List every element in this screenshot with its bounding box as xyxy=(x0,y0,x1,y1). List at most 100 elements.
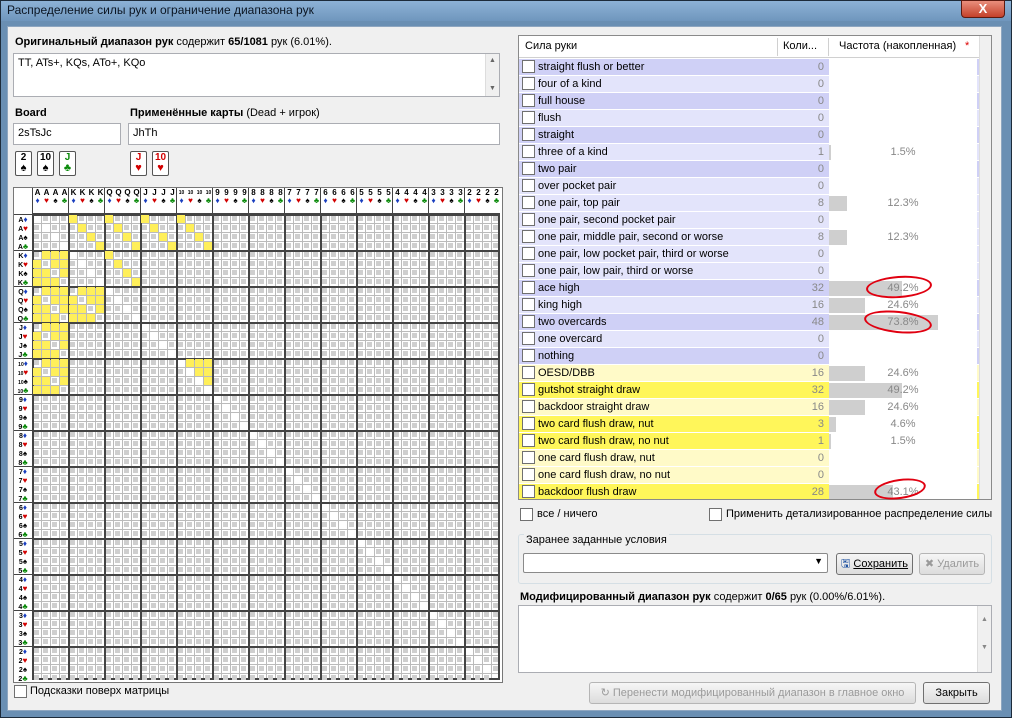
matrix-selected-combo[interactable] xyxy=(51,314,59,322)
matrix-selected-combo[interactable] xyxy=(195,359,203,367)
row-checkbox[interactable] xyxy=(522,400,535,413)
dead-cards-input[interactable]: JhTh xyxy=(128,123,500,145)
table-row[interactable]: one pair, middle pair, second or worse 8 1… xyxy=(519,229,979,246)
matrix-selected-combo[interactable] xyxy=(69,215,77,223)
matrix-selected-combo[interactable] xyxy=(51,368,59,376)
matrix-selected-combo[interactable] xyxy=(42,350,50,358)
row-checkbox[interactable] xyxy=(522,179,535,192)
matrix-selected-combo[interactable] xyxy=(51,332,59,340)
matrix-selected-combo[interactable] xyxy=(60,287,68,295)
matrix-selected-combo[interactable] xyxy=(78,287,86,295)
matrix-column-header[interactable]: 7 ♦ 7 ♥ 7 ♠ 7 ♣ xyxy=(284,188,320,214)
matrix-selected-combo[interactable] xyxy=(132,242,140,250)
hand-matrix[interactable]: A ♦ A ♥ A ♠ A ♣ K ♦ K ♥ K ♠ K ♣ Q ♦ Q ♥ Q ♠ Q ♣ J ♦ J ♥ J ♠ J ♣ 10 ♦ 10 ♥ 10… xyxy=(13,187,503,683)
matrix-selected-combo[interactable] xyxy=(96,242,104,250)
matrix-selected-combo[interactable] xyxy=(42,278,50,286)
delete-preset-button[interactable]: ✖ Удалить xyxy=(919,553,985,575)
matrix-selected-combo[interactable] xyxy=(33,278,41,286)
matrix-selected-combo[interactable] xyxy=(60,332,68,340)
matrix-row-header[interactable]: Q♦ Q♥ Q♠ Q♣ xyxy=(14,286,32,322)
matrix-selected-combo[interactable] xyxy=(42,323,50,331)
matrix-selected-combo[interactable] xyxy=(123,233,131,241)
matrix-row-header[interactable]: 8♦ 8♥ 8♠ 8♣ xyxy=(14,430,32,466)
matrix-selected-combo[interactable] xyxy=(78,224,86,232)
table-row[interactable]: king high 16 24.6% xyxy=(519,297,979,314)
row-checkbox[interactable] xyxy=(522,417,535,430)
col-frequency-header[interactable]: Частота (накопленная) xyxy=(839,40,956,52)
matrix-selected-combo[interactable] xyxy=(141,215,149,223)
matrix-selected-combo[interactable] xyxy=(42,377,50,385)
table-row[interactable]: nothing 0 xyxy=(519,348,979,365)
all-none-checkbox[interactable] xyxy=(520,508,533,521)
matrix-selected-combo[interactable] xyxy=(42,251,50,259)
close-window-button[interactable]: X xyxy=(961,0,1005,18)
matrix-selected-combo[interactable] xyxy=(42,314,50,322)
matrix-column-header[interactable]: 4 ♦ 4 ♥ 4 ♠ 4 ♣ xyxy=(392,188,428,214)
matrix-selected-combo[interactable] xyxy=(33,296,41,304)
table-row[interactable]: four of a kind 0 xyxy=(519,76,979,93)
matrix-selected-combo[interactable] xyxy=(96,305,104,313)
matrix-selected-combo[interactable] xyxy=(51,287,59,295)
row-checkbox[interactable] xyxy=(522,485,535,498)
row-checkbox[interactable] xyxy=(522,247,535,260)
matrix-selected-combo[interactable] xyxy=(60,377,68,385)
row-checkbox[interactable] xyxy=(522,468,535,481)
matrix-selected-combo[interactable] xyxy=(33,260,41,268)
table-row[interactable]: two pair 0 xyxy=(519,161,979,178)
row-checkbox[interactable] xyxy=(522,349,535,362)
matrix-row-header[interactable]: 9♦ 9♥ 9♠ 9♣ xyxy=(14,394,32,430)
matrix-selected-combo[interactable] xyxy=(33,386,41,394)
presets-dropdown[interactable]: ▼ xyxy=(523,553,828,573)
table-row[interactable]: straight flush or better 0 xyxy=(519,59,979,76)
matrix-selected-combo[interactable] xyxy=(195,368,203,376)
modified-range-textarea[interactable]: ▲ ▼ xyxy=(518,605,992,673)
table-row[interactable]: one card flush draw, nut 0 xyxy=(519,450,979,467)
matrix-column-header[interactable]: 9 ♦ 9 ♥ 9 ♠ 9 ♣ xyxy=(212,188,248,214)
matrix-row-header[interactable]: 7♦ 7♥ 7♠ 7♣ xyxy=(14,466,32,502)
row-checkbox[interactable] xyxy=(522,94,535,107)
row-checkbox[interactable] xyxy=(522,264,535,277)
save-preset-button[interactable]: 🖫 Сохранить xyxy=(836,553,913,575)
matrix-selected-combo[interactable] xyxy=(69,305,77,313)
matrix-selected-combo[interactable] xyxy=(42,359,50,367)
matrix-selected-combo[interactable] xyxy=(60,251,68,259)
close-button[interactable]: Закрыть xyxy=(923,682,990,704)
matrix-column-header[interactable]: 6 ♦ 6 ♥ 6 ♠ 6 ♣ xyxy=(320,188,356,214)
matrix-column-header[interactable]: 8 ♦ 8 ♥ 8 ♠ 8 ♣ xyxy=(248,188,284,214)
matrix-selected-combo[interactable] xyxy=(60,323,68,331)
matrix-row-header[interactable]: J♦ J♥ J♠ J♣ xyxy=(14,322,32,358)
row-checkbox[interactable] xyxy=(522,196,535,209)
matrix-selected-combo[interactable] xyxy=(150,224,158,232)
matrix-overlay-checkbox[interactable] xyxy=(14,685,27,698)
table-row[interactable]: backdoor straight draw 16 24.6% xyxy=(519,399,979,416)
matrix-row-header[interactable]: 3♦ 3♥ 3♠ 3♣ xyxy=(14,610,32,646)
matrix-selected-combo[interactable] xyxy=(195,233,203,241)
matrix-row-header[interactable]: A♦ A♥ A♠ A♣ xyxy=(14,214,32,250)
matrix-selected-combo[interactable] xyxy=(186,224,194,232)
row-checkbox[interactable] xyxy=(522,213,535,226)
col-strength-header[interactable]: Сила руки xyxy=(525,40,577,52)
matrix-selected-combo[interactable] xyxy=(105,251,113,259)
matrix-selected-combo[interactable] xyxy=(51,350,59,358)
matrix-row-header[interactable]: 6♦ 6♥ 6♠ 6♣ xyxy=(14,502,32,538)
matrix-row-header[interactable]: K♦ K♥ K♠ K♣ xyxy=(14,250,32,286)
detailed-distribution-checkbox[interactable] xyxy=(709,508,722,521)
matrix-selected-combo[interactable] xyxy=(96,296,104,304)
matrix-selected-combo[interactable] xyxy=(33,314,41,322)
original-range-scrollbar[interactable]: ▲ ▼ xyxy=(485,54,499,96)
matrix-selected-combo[interactable] xyxy=(51,278,59,286)
matrix-selected-combo[interactable] xyxy=(33,341,41,349)
matrix-selected-combo[interactable] xyxy=(123,269,131,277)
table-row[interactable]: flush 0 xyxy=(519,110,979,127)
matrix-selected-combo[interactable] xyxy=(33,377,41,385)
matrix-selected-combo[interactable] xyxy=(60,296,68,304)
matrix-selected-combo[interactable] xyxy=(51,359,59,367)
row-checkbox[interactable] xyxy=(522,111,535,124)
matrix-selected-combo[interactable] xyxy=(33,332,41,340)
table-row[interactable]: three of a kind 1 1.5% xyxy=(519,144,979,161)
matrix-selected-combo[interactable] xyxy=(60,305,68,313)
row-checkbox[interactable] xyxy=(522,60,535,73)
table-row[interactable]: one pair, low pocket pair, third or wors… xyxy=(519,246,979,263)
matrix-selected-combo[interactable] xyxy=(42,287,50,295)
matrix-selected-combo[interactable] xyxy=(42,305,50,313)
